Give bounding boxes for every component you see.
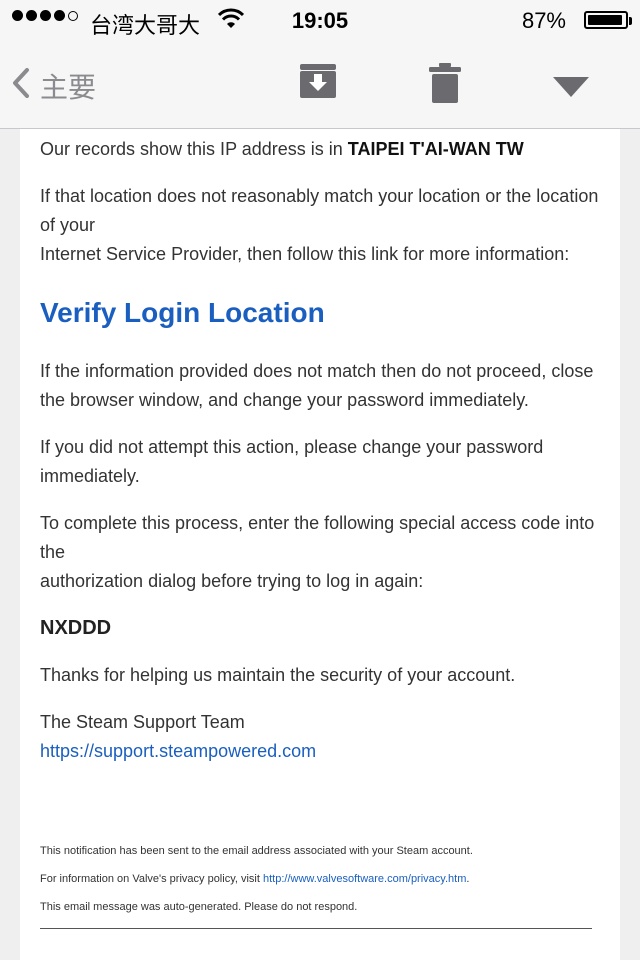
reply-triangle-icon: [552, 77, 590, 102]
access-code-line1: To complete this process, enter the foll…: [40, 513, 595, 562]
email-body: Our records show this IP address is in T…: [20, 129, 620, 960]
ip-location-text: Our records show this IP address is in: [40, 139, 348, 159]
privacy-policy-link[interactable]: http://www.valvesoftware.com/privacy.htm: [263, 873, 466, 885]
email-footer: This notification has been sent to the e…: [40, 844, 600, 929]
change-password-paragraph: If you did not attempt this action, plea…: [40, 437, 544, 486]
access-code-line2: authorization dialog before trying to lo…: [40, 571, 424, 591]
ip-location-paragraph: Our records show this IP address is in T…: [40, 135, 600, 164]
info-mismatch-paragraph: If the information provided does not mat…: [40, 361, 594, 410]
chevron-left-icon: [12, 67, 30, 105]
archive-button[interactable]: [298, 62, 338, 105]
access-code: NXDDD: [40, 617, 112, 639]
verify-login-location-link[interactable]: Verify Login Location: [40, 295, 600, 331]
location-mismatch-line2: Internet Service Provider, then follow t…: [40, 244, 570, 264]
location-mismatch-line1: If that location does not reasonably mat…: [40, 186, 599, 235]
back-label: 主要: [40, 72, 97, 103]
trash-icon: [428, 63, 462, 108]
back-button[interactable]: 主要: [12, 66, 96, 106]
footer-privacy: For information on Valve's privacy polic…: [40, 872, 600, 886]
footer-privacy-suffix: .: [466, 873, 470, 885]
status-bar: 台湾大哥大 19:05 87%: [0, 0, 640, 42]
battery-icon: [584, 11, 632, 29]
footer-privacy-text: For information on Valve's privacy polic…: [40, 873, 263, 885]
signature: The Steam Support Team: [40, 712, 245, 732]
battery-percentage: 87%: [521, 8, 566, 33]
mail-toolbar: 主要: [0, 42, 640, 129]
archive-box-icon: [298, 64, 338, 104]
reply-button[interactable]: [552, 76, 590, 103]
footer-divider: [40, 928, 592, 929]
support-link[interactable]: https://support.steampowered.com: [40, 741, 316, 761]
access-code-instructions: To complete this process, enter the foll…: [40, 509, 600, 596]
ip-location-value: TAIPEI T'AI-WAN TW: [347, 139, 524, 159]
footer-notification: This notification has been sent to the e…: [40, 845, 473, 857]
footer-autogenerated: This email message was auto-generated. P…: [40, 901, 358, 913]
location-mismatch-paragraph: If that location does not reasonably mat…: [40, 182, 600, 269]
signature-block: The Steam Support Team https://support.s…: [40, 708, 600, 766]
trash-button[interactable]: [428, 62, 462, 109]
thanks-paragraph: Thanks for helping us maintain the secur…: [40, 665, 516, 685]
